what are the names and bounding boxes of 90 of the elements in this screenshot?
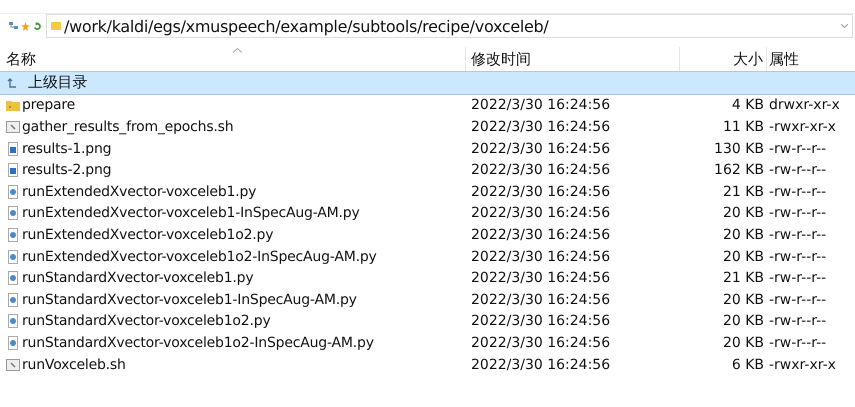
python-file-icon [6,184,20,199]
modified-time: 2022/3/30 16:24:56 [471,205,610,222]
modified-time: 2022/3/30 16:24:56 [471,270,610,286]
file-name: gather_results_from_epochs.sh [22,118,234,135]
file-size: 6 KB [732,356,764,373]
file-size: 20 KB [722,313,764,330]
file-size: 20 KB [722,292,764,308]
file-attributes: -rw-r--r-- [769,140,826,157]
python-file-icon [6,228,20,242]
file-row[interactable]: runExtendedXvector-voxceleb1.py 2022/3/30 16:24:56 21 KB -rw-r--r-- [0,180,855,203]
file-attributes: -rw-r--r-- [769,292,826,308]
file-size: 20 KB [722,226,764,243]
file-size: 130 KB [714,140,764,157]
file-name: runStandardXvector-voxceleb1.py [22,270,254,286]
file-row[interactable]: gather_results_from_epochs.sh 2022/3/30 16:24:56 11 KB -rwxr-xr-x [0,116,855,138]
file-size: 20 KB [722,248,764,265]
file-name: results-1.png [22,140,112,157]
file-size: 21 KB [722,270,764,286]
modified-time: 2022/3/30 16:24:56 [471,118,610,135]
refresh-icon[interactable] [33,22,42,30]
column-header[interactable]: 修改时间 [466,47,680,71]
image-file-icon [6,163,20,178]
file-row[interactable]: results-1.png 2022/3/30 16:24:56 130 KB -rw-r--r-- [0,138,855,160]
file-name: prepare [22,97,76,114]
file-attributes: -rw-r--r-- [769,162,826,178]
file-attributes: drwxr-xr-x [769,97,840,114]
file-size: 11 KB [722,118,764,135]
column-header[interactable]: 名称 [0,47,466,71]
python-file-icon [6,314,20,328]
modified-time: 2022/3/30 16:24:56 [471,334,610,351]
modified-time: 2022/3/30 16:24:56 [471,248,610,265]
folder-icon [51,22,61,30]
folder-icon [6,98,20,112]
modified-time: 2022/3/30 16:24:56 [471,140,610,157]
python-file-icon [6,271,20,286]
file-name: runStandardXvector-voxceleb1o2.py [22,313,271,330]
file-attributes: -rwxr-xr-x [769,118,836,135]
star-icon[interactable] [21,22,30,30]
file-attributes: -rwxr-xr-x [769,356,836,373]
file-row[interactable]: runStandardXvector-voxceleb1o2-InSpecAug-AM.py 2022/3/30 16:24:56 20 KB -rw-r--r-- [0,332,855,354]
python-file-icon [6,250,20,264]
file-row[interactable]: runExtendedXvector-voxceleb1o2-InSpecAug-AM.py 2022/3/30 16:24:56 20 KB -rw-r--r-- [0,246,855,268]
modified-time: 2022/3/30 16:24:56 [471,184,610,200]
modified-time: 2022/3/30 16:24:56 [471,97,610,114]
file-row[interactable]: results-2.png 2022/3/30 16:24:56 162 KB -rw-r--r-- [0,159,855,181]
file-size: 4 KB [732,97,764,114]
file-row[interactable]: runExtendedXvector-voxceleb1o2.py 2022/3/30 16:24:56 20 KB -rw-r--r-- [0,224,855,246]
python-file-icon [6,206,20,220]
file-size: 20 KB [722,205,764,222]
python-file-icon [6,336,20,350]
column-header[interactable]: 大小 [680,47,767,71]
file-row[interactable]: runVoxceleb.sh 2022/3/30 16:24:56 6 KB -rwxr-xr-x [0,354,855,376]
file-name: runVoxceleb.sh [22,356,126,373]
script-file-icon [6,358,20,372]
file-size: 20 KB [722,334,764,351]
file-name: results-2.png [22,162,112,178]
file-row[interactable]: runStandardXvector-voxceleb1o2.py 2022/3/30 16:24:56 20 KB -rw-r--r-- [0,310,855,332]
network-icon[interactable] [9,22,18,30]
file-name: runExtendedXvector-voxceleb1o2-InSpecAug-AM.py [22,248,377,265]
file-row[interactable]: prepare 2022/3/30 16:24:56 4 KB drwxr-xr-x [0,94,855,116]
file-name: runExtendedXvector-voxceleb1.py [22,184,256,200]
file-name: runStandardXvector-voxceleb1o2-InSpecAug-AM.py [22,334,374,351]
path-text: /work/kaldi/egs/xmuspeech/example/subtools/recipe/voxceleb/ [64,16,550,36]
file-name: 上级目录 [28,73,88,92]
column-header[interactable]: 属性 [767,47,855,71]
file-attributes: -rw-r--r-- [769,334,826,351]
modified-time: 2022/3/30 16:24:56 [471,356,610,373]
file-row[interactable]: 上级目录 [0,72,855,95]
image-file-icon [6,142,20,156]
file-size: 21 KB [722,184,764,200]
file-name: runExtendedXvector-voxceleb1-InSpecAug-AM.py [22,205,360,222]
python-file-icon [6,292,20,307]
file-size: 162 KB [714,162,764,178]
modified-time: 2022/3/30 16:24:56 [471,292,610,308]
file-attributes: -rw-r--r-- [769,270,826,286]
file-row[interactable]: runExtendedXvector-voxceleb1-InSpecAug-AM.py 2022/3/30 16:24:56 20 KB -rw-r--r-- [0,202,855,224]
modified-time: 2022/3/30 16:24:56 [471,226,610,243]
modified-time: 2022/3/30 16:24:56 [471,162,610,178]
file-row[interactable]: runStandardXvector-voxceleb1.py 2022/3/30 16:24:56 21 KB -rw-r--r-- [0,267,855,289]
file-attributes: -rw-r--r-- [769,184,826,200]
modified-time: 2022/3/30 16:24:56 [471,313,610,330]
address-field[interactable]: /work/kaldi/egs/xmuspeech/example/subtools/recipe/voxceleb/ [46,14,853,38]
file-attributes: -rw-r--r-- [769,205,826,222]
file-name: runStandardXvector-voxceleb1-InSpecAug-AM.py [22,292,357,308]
file-attributes: -rw-r--r-- [769,248,826,265]
file-attributes: -rw-r--r-- [769,226,826,243]
script-file-icon [6,120,20,134]
file-name: runExtendedXvector-voxceleb1o2.py [22,226,274,243]
file-row[interactable]: runStandardXvector-voxceleb1-InSpecAug-AM.py 2022/3/30 16:24:56 20 KB -rw-r--r-- [0,288,855,311]
file-attributes: -rw-r--r-- [769,313,826,330]
